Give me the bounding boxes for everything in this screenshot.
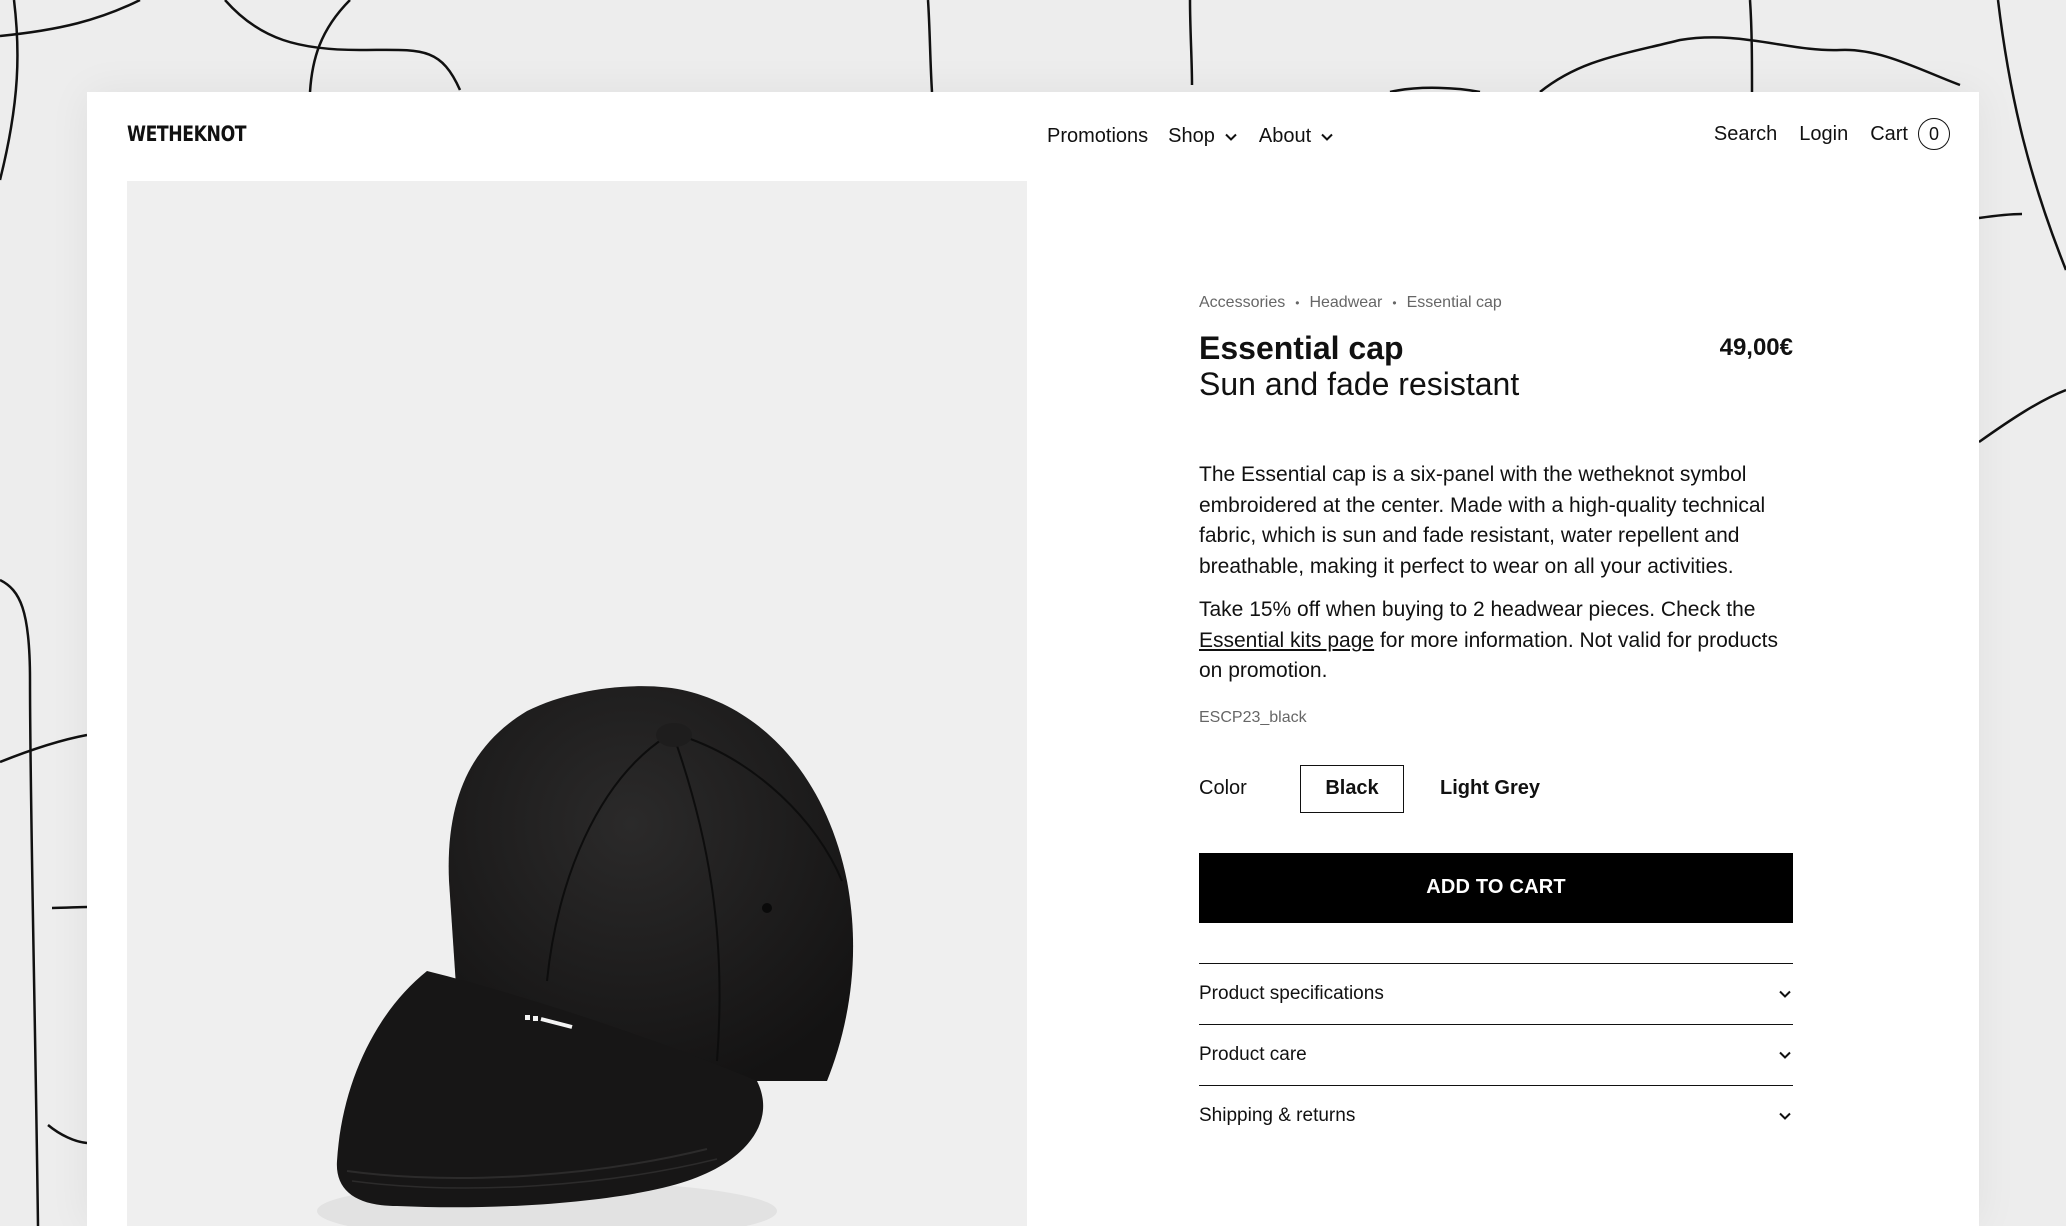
essential-kits-link[interactable]: Essential kits page — [1199, 629, 1374, 652]
product-subtitle: Sun and fade resistant — [1199, 366, 1520, 402]
breadcrumb-headwear[interactable]: Headwear — [1309, 294, 1382, 312]
chevron-down-icon — [1779, 1112, 1791, 1120]
title-block: Essential cap Sun and fade resistant 49,… — [1199, 330, 1793, 410]
product-price: 49,00€ — [1719, 334, 1793, 361]
site-header: WETHEKNOT Promotions Shop About Search L… — [87, 92, 1979, 180]
nav-shop[interactable]: Shop — [1168, 125, 1239, 148]
cart-label: Cart — [1870, 122, 1908, 145]
product-image-cap — [317, 686, 854, 1226]
chevron-down-icon — [1321, 133, 1333, 141]
accordion-label: Product specifications — [1199, 982, 1384, 1004]
chevron-down-icon — [1779, 990, 1791, 998]
description-paragraph-2: Take 15% off when buying to 2 headwear p… — [1199, 595, 1793, 687]
accordion-label: Shipping & returns — [1199, 1104, 1356, 1126]
nav-promotions-label: Promotions — [1047, 125, 1149, 147]
description-paragraph-1: The Essential cap is a six-panel with th… — [1199, 463, 1766, 578]
accordion-shipping-returns[interactable]: Shipping & returns — [1199, 1086, 1793, 1146]
nav-shop-label: Shop — [1168, 125, 1215, 147]
browser-page: WETHEKNOT Promotions Shop About Search L… — [87, 92, 1979, 1226]
chevron-down-icon — [1779, 1051, 1791, 1059]
color-option-black[interactable]: Black — [1300, 764, 1404, 813]
nav-about[interactable]: About — [1259, 125, 1335, 148]
color-option-light-grey[interactable]: Light Grey — [1404, 765, 1540, 813]
accordion-product-care[interactable]: Product care — [1199, 1025, 1793, 1086]
color-label: Color — [1199, 777, 1247, 799]
product-description: The Essential cap is a six-panel with th… — [1199, 460, 1793, 687]
color-selector: Color Black Light Grey — [1199, 764, 1793, 813]
add-to-cart-button[interactable]: ADD TO CART — [1199, 852, 1793, 923]
accordion-label: Product care — [1199, 1043, 1307, 1065]
cart-link[interactable]: Cart 0 — [1870, 118, 1950, 150]
product-title: Essential cap — [1199, 330, 1404, 366]
cart-count-badge: 0 — [1918, 118, 1950, 150]
breadcrumb-essential-cap: Essential cap — [1406, 294, 1502, 311]
accordion-product-specifications[interactable]: Product specifications — [1199, 964, 1793, 1025]
breadcrumb-separator: • — [1295, 296, 1300, 310]
login-link[interactable]: Login — [1799, 123, 1848, 146]
breadcrumb: Accessories • Headwear • Essential cap — [1199, 294, 1793, 312]
breadcrumb-separator: • — [1392, 296, 1397, 310]
main-nav: Promotions Shop About — [1047, 125, 1335, 148]
chevron-down-icon — [1225, 133, 1237, 141]
product-sku: ESCP23_black — [1199, 708, 1307, 726]
description-text-before-link: Take 15% off when buying to 2 headwear p… — [1199, 598, 1756, 621]
utility-nav: Search Login Cart 0 — [1714, 118, 1950, 150]
nav-promotions[interactable]: Promotions — [1047, 125, 1148, 148]
breadcrumb-accessories[interactable]: Accessories — [1199, 294, 1285, 312]
nav-about-label: About — [1258, 125, 1312, 147]
product-image-panel — [127, 181, 1027, 1226]
product-info: Accessories • Headwear • Essential cap E… — [1199, 294, 1793, 1146]
search-link[interactable]: Search — [1714, 123, 1777, 146]
site-logo[interactable]: WETHEKNOT — [127, 122, 247, 146]
product-accordion: Product specifications Product care Ship… — [1199, 962, 1793, 1146]
